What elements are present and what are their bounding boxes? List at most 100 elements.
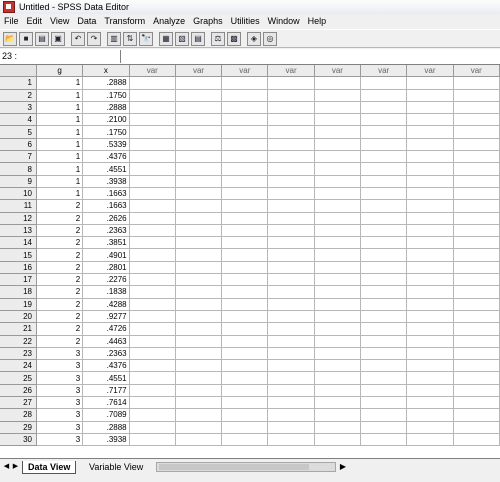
row-number[interactable]: 14 bbox=[0, 236, 37, 250]
scroll-right-icon[interactable]: ▶ bbox=[338, 462, 348, 472]
cell-empty[interactable] bbox=[267, 347, 315, 361]
cell-empty[interactable] bbox=[129, 408, 176, 422]
cell-empty[interactable] bbox=[360, 101, 408, 115]
cell-empty[interactable] bbox=[129, 212, 176, 225]
cell-empty[interactable] bbox=[267, 359, 315, 373]
cell-empty[interactable] bbox=[453, 371, 500, 385]
cell-g[interactable]: 1 bbox=[36, 175, 84, 188]
cell-empty[interactable] bbox=[360, 162, 408, 176]
cell-empty[interactable] bbox=[314, 347, 362, 361]
cell-g[interactable]: 2 bbox=[36, 310, 84, 324]
cell-empty[interactable] bbox=[175, 371, 223, 385]
cell-empty[interactable] bbox=[360, 359, 408, 373]
cell-empty[interactable] bbox=[267, 261, 315, 275]
cell-empty[interactable] bbox=[314, 113, 362, 127]
cell-empty[interactable] bbox=[453, 212, 500, 225]
cell-x[interactable]: .1663 bbox=[82, 187, 130, 201]
cell-empty[interactable] bbox=[221, 175, 269, 188]
cell-empty[interactable] bbox=[314, 335, 362, 348]
cell-empty[interactable] bbox=[129, 421, 176, 434]
cell-empty[interactable] bbox=[267, 113, 315, 127]
cell-x[interactable]: .2801 bbox=[82, 261, 130, 275]
cell-empty[interactable] bbox=[175, 322, 223, 336]
cell-empty[interactable] bbox=[406, 421, 454, 434]
cell-empty[interactable] bbox=[406, 408, 454, 422]
redo-icon[interactable]: ↷ bbox=[87, 31, 101, 46]
cell-empty[interactable] bbox=[360, 371, 408, 385]
cell-empty[interactable] bbox=[453, 113, 500, 127]
cell-empty[interactable] bbox=[267, 298, 315, 311]
cell-empty[interactable] bbox=[175, 113, 223, 127]
cell-empty[interactable] bbox=[175, 150, 223, 164]
cell-empty[interactable] bbox=[360, 285, 408, 299]
cell-empty[interactable] bbox=[221, 113, 269, 127]
cell-empty[interactable] bbox=[175, 396, 223, 410]
weight-cases-icon[interactable]: ⚖ bbox=[211, 31, 225, 46]
cell-empty[interactable] bbox=[267, 162, 315, 176]
cell-empty[interactable] bbox=[453, 125, 500, 139]
cell-empty[interactable] bbox=[314, 76, 362, 90]
cell-empty[interactable] bbox=[360, 335, 408, 348]
cell-empty[interactable] bbox=[360, 187, 408, 201]
cell-empty[interactable] bbox=[406, 347, 454, 361]
cell-empty[interactable] bbox=[406, 89, 454, 102]
cell-empty[interactable] bbox=[129, 162, 176, 176]
goto-chart-icon[interactable]: ▥ bbox=[107, 31, 121, 46]
row-number[interactable]: 5 bbox=[0, 125, 37, 139]
cell-empty[interactable] bbox=[406, 384, 454, 398]
cell-empty[interactable] bbox=[129, 76, 176, 90]
cell-empty[interactable] bbox=[267, 199, 315, 213]
find-icon[interactable]: 🔭 bbox=[139, 31, 153, 46]
cell-empty[interactable] bbox=[267, 175, 315, 188]
cell-x[interactable]: .4288 bbox=[82, 298, 130, 311]
cell-x[interactable]: .4376 bbox=[82, 150, 130, 164]
cell-empty[interactable] bbox=[406, 285, 454, 299]
cell-empty[interactable] bbox=[221, 273, 269, 287]
row-number[interactable]: 26 bbox=[0, 384, 37, 398]
cell-empty[interactable] bbox=[314, 175, 362, 188]
cell-x[interactable]: .2626 bbox=[82, 212, 130, 225]
cell-empty[interactable] bbox=[221, 408, 269, 422]
cell-empty[interactable] bbox=[129, 138, 176, 152]
cell-empty[interactable] bbox=[129, 359, 176, 373]
cell-g[interactable]: 1 bbox=[36, 150, 84, 164]
cell-empty[interactable] bbox=[129, 298, 176, 311]
cell-empty[interactable] bbox=[221, 384, 269, 398]
insert-variable-icon[interactable]: ▧ bbox=[175, 31, 189, 46]
insert-case-icon[interactable]: ▦ bbox=[159, 31, 173, 46]
cell-g[interactable]: 1 bbox=[36, 125, 84, 139]
cell-x[interactable]: .3938 bbox=[82, 433, 130, 447]
cell-empty[interactable] bbox=[221, 298, 269, 311]
cell-empty[interactable] bbox=[129, 335, 176, 348]
tab-next-icon[interactable]: ▶ bbox=[11, 462, 20, 471]
cell-empty[interactable] bbox=[453, 285, 500, 299]
cell-empty[interactable] bbox=[453, 236, 500, 250]
cell-empty[interactable] bbox=[406, 199, 454, 213]
cell-empty[interactable] bbox=[360, 322, 408, 336]
cell-empty[interactable] bbox=[453, 322, 500, 336]
cell-empty[interactable] bbox=[129, 347, 176, 361]
cell-x[interactable]: .5339 bbox=[82, 138, 130, 152]
cell-empty[interactable] bbox=[453, 273, 500, 287]
cell-empty[interactable] bbox=[360, 248, 408, 262]
row-number[interactable]: 13 bbox=[0, 224, 37, 238]
cell-empty[interactable] bbox=[453, 359, 500, 373]
cell-empty[interactable] bbox=[314, 212, 362, 225]
cell-empty[interactable] bbox=[221, 89, 269, 102]
menu-view[interactable]: View bbox=[46, 14, 73, 28]
cell-empty[interactable] bbox=[129, 175, 176, 188]
cell-x[interactable]: .1838 bbox=[82, 285, 130, 299]
cell-empty[interactable] bbox=[129, 261, 176, 275]
save-icon[interactable]: ■ bbox=[19, 31, 33, 46]
split-file-icon[interactable]: ▤ bbox=[191, 31, 205, 46]
cell-empty[interactable] bbox=[267, 224, 315, 238]
cell-x[interactable]: .1663 bbox=[82, 199, 130, 213]
tab-data-view[interactable]: Data View bbox=[22, 461, 77, 474]
row-number[interactable]: 21 bbox=[0, 322, 37, 336]
cell-g[interactable]: 3 bbox=[36, 433, 84, 447]
cell-empty[interactable] bbox=[267, 236, 315, 250]
row-number[interactable]: 17 bbox=[0, 273, 37, 287]
cell-empty[interactable] bbox=[221, 322, 269, 336]
row-number[interactable]: 28 bbox=[0, 408, 37, 422]
menu-window[interactable]: Window bbox=[264, 14, 304, 28]
